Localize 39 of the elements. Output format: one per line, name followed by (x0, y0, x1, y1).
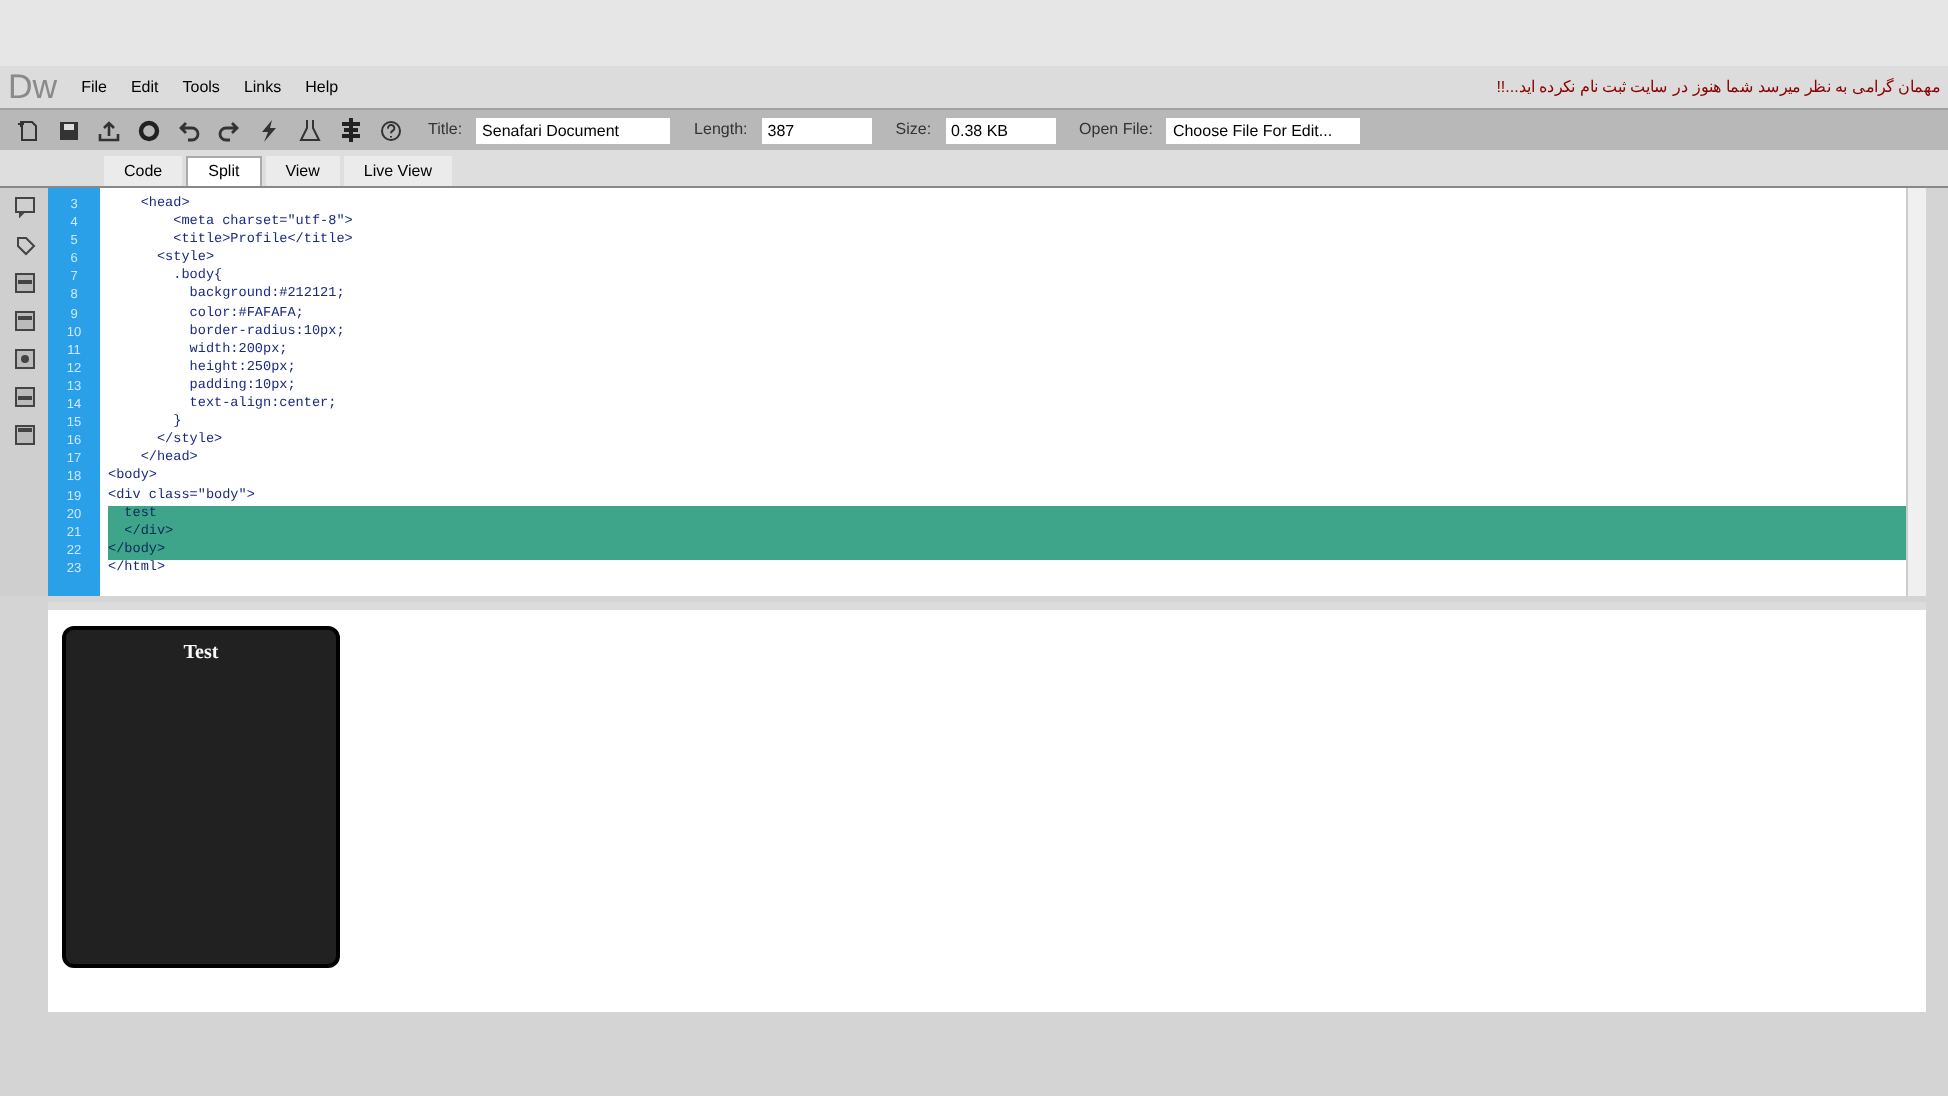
view-tab[interactable]: Code (104, 156, 183, 186)
panel-icon[interactable] (13, 272, 35, 294)
input-field[interactable]: 0.38 KB (945, 117, 1056, 143)
view-tab[interactable]: Split (186, 156, 262, 186)
menu-item[interactable]: Help (305, 75, 339, 99)
upload-icon[interactable] (98, 119, 120, 141)
menu-item[interactable]: Edit (130, 75, 159, 99)
input-field[interactable]: 387 (761, 117, 872, 143)
undo-icon[interactable] (178, 119, 200, 141)
input-field[interactable]: Choose File For Edit... (1166, 117, 1361, 143)
input-field[interactable]: Senafari Document (476, 117, 671, 143)
lightning-icon[interactable] (258, 119, 280, 141)
view-tab[interactable]: Live View (343, 156, 452, 186)
notice-text: مهمان گرامی به نظر میرسد شما هنوز در سایت ثبت نام نکرده اید...!! (1496, 75, 1940, 99)
field-label: Length: (694, 118, 748, 142)
help-icon[interactable] (380, 119, 402, 141)
app-logo: Dw (8, 65, 58, 110)
tag-icon[interactable] (13, 234, 35, 256)
code-editor[interactable] (48, 188, 1926, 596)
menu-item[interactable]: File (81, 75, 107, 99)
menu-item[interactable]: Links (243, 75, 282, 99)
view-tab[interactable]: View (265, 156, 340, 186)
save-icon[interactable] (58, 119, 80, 141)
flask-icon[interactable] (298, 118, 322, 142)
field-label: Title: (428, 118, 463, 142)
preview-text: Test (183, 640, 219, 668)
new-file-icon[interactable] (16, 118, 40, 142)
panel-icon[interactable] (13, 310, 35, 332)
comment-icon[interactable] (13, 196, 35, 218)
field-label: Size: (895, 118, 932, 142)
panel-icon[interactable] (13, 424, 35, 446)
panel-icon[interactable] (13, 348, 35, 370)
tree-icon[interactable] (340, 118, 362, 142)
field-label: Open File: (1079, 118, 1153, 142)
scrollbar[interactable] (1906, 188, 1926, 596)
menu-item[interactable]: Tools (182, 75, 220, 99)
panel-icon[interactable] (13, 386, 35, 408)
record-icon[interactable] (138, 119, 160, 141)
redo-icon[interactable] (218, 119, 240, 141)
